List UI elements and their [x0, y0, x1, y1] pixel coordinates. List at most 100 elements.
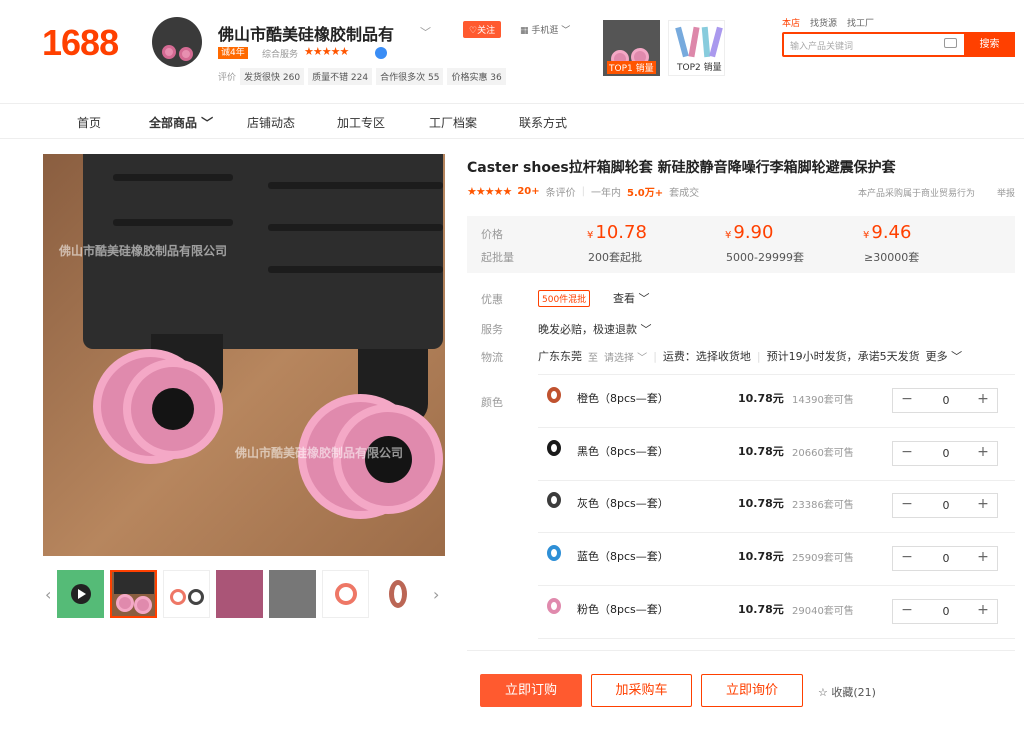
quantity-stepper: −0 +: [892, 599, 998, 624]
thumb-prev-arrow[interactable]: ‹: [45, 585, 51, 604]
thumbnail-3[interactable]: [216, 570, 263, 618]
tab-find-source[interactable]: 找货源: [810, 16, 837, 29]
mobile-browse-link[interactable]: ▦ 手机逛 ﹀: [520, 23, 570, 36]
nav-all-products[interactable]: 全部商品 ﹀: [149, 114, 213, 131]
variant-price: 10.78元: [738, 550, 784, 563]
search-button[interactable]: 搜索: [964, 32, 1015, 57]
decrement-button[interactable]: −: [897, 496, 917, 512]
thumbnail-video[interactable]: [57, 570, 104, 618]
promo-label: 优惠: [481, 293, 503, 306]
variant-stock: 29040套可售: [792, 606, 854, 617]
quantity-stepper: −0 +: [892, 546, 998, 571]
logistics-row: 广东东莞 至 请选择 ﹀ | 运费：选择收货地 | 预计19小时发货，承诺5天发…: [538, 348, 962, 364]
add-to-cart-button[interactable]: 加采购车: [591, 674, 692, 707]
variant-swatch[interactable]: [543, 543, 565, 565]
quantity-input[interactable]: 0: [925, 394, 967, 407]
score-label: 综合服务: [262, 50, 299, 60]
currency: ¥: [587, 230, 594, 241]
variant-swatch[interactable]: [543, 490, 565, 512]
chevron-down-icon[interactable]: ﹀: [420, 24, 431, 40]
increment-button[interactable]: +: [973, 444, 993, 460]
thumbnail-1[interactable]: [110, 570, 157, 618]
nav-factory-profile[interactable]: 工厂档案: [429, 114, 477, 131]
decrement-button[interactable]: −: [897, 549, 917, 565]
variant-row[interactable]: 灰色（8pcs—套） 10.78元 23386套可售 −0 +: [538, 480, 1015, 533]
color-label: 颜色: [481, 396, 503, 409]
shop-avatar[interactable]: [152, 17, 202, 67]
order-now-button[interactable]: 立即订购: [480, 674, 582, 707]
increment-button[interactable]: +: [973, 391, 993, 407]
currency: ¥: [863, 230, 870, 241]
trade-policy-note: 本产品采购属于商业贸易行为: [858, 189, 976, 199]
variant-swatch[interactable]: [543, 438, 565, 460]
service-label: 服务: [481, 323, 503, 336]
thumb-next-arrow[interactable]: ›: [433, 585, 439, 604]
variant-swatch[interactable]: [543, 385, 565, 407]
variant-stock: 14390套可售: [792, 395, 854, 406]
quantity-input[interactable]: 0: [925, 552, 967, 565]
more-link[interactable]: 更多 ﹀: [926, 348, 963, 364]
variant-swatch[interactable]: [543, 596, 565, 618]
metric-tag: 价格实惠 36: [447, 68, 506, 85]
product-title: Caster shoes拉杆箱脚轮套 新硅胶静音降噪行李箱脚轮避震保护套: [467, 160, 896, 176]
main-product-image[interactable]: 佛山市酷美硅橡胶制品有限公司 佛山市酷美硅橡胶制品有限公司: [43, 154, 445, 556]
variant-name: 灰色（8pcs—套）: [577, 497, 669, 510]
search-input[interactable]: 输入产品关键词: [790, 39, 853, 52]
section-divider: [467, 650, 1015, 651]
follow-button[interactable]: ♡关注: [463, 21, 502, 38]
increment-button[interactable]: +: [973, 549, 993, 565]
to-label: 至: [588, 352, 598, 364]
service-text[interactable]: 晚发必赔，极速退款 ﹀: [538, 321, 652, 337]
promo-view-link[interactable]: 查看 ﹀: [613, 290, 650, 306]
thumbnail-5[interactable]: [322, 570, 369, 618]
decrement-button[interactable]: −: [897, 391, 917, 407]
top-product-1[interactable]: TOP1 销量: [603, 20, 660, 76]
shop-name[interactable]: 佛山市酷美硅橡胶制品有: [218, 21, 394, 45]
top-product-2[interactable]: TOP2 销量: [668, 20, 725, 76]
nav-home[interactable]: 首页: [77, 114, 101, 131]
years-badge: 诚4年: [218, 47, 248, 59]
decrement-button[interactable]: −: [897, 602, 917, 618]
favorite-button[interactable]: ☆ 收藏(21): [818, 684, 876, 700]
thumbnail-6[interactable]: [375, 570, 422, 618]
variant-row[interactable]: 蓝色（8pcs—套） 10.78元 25909套可售 −0 +: [538, 533, 1015, 586]
moq-label: 起批量: [481, 251, 514, 264]
shop-metrics: 评价 发货很快 260 质量不错 224 合作很多次 55 价格实惠 36: [218, 68, 506, 85]
watermark: 佛山市酷美硅橡胶制品有限公司: [59, 244, 228, 258]
increment-button[interactable]: +: [973, 602, 993, 618]
thumbnail-2[interactable]: [163, 570, 210, 618]
report-link[interactable]: 举报: [997, 186, 1015, 199]
variant-row[interactable]: 橙色（8pcs—套） 10.78元 14390套可售 −0 +: [538, 375, 1015, 428]
nav-shop-news[interactable]: 店铺动态: [247, 114, 295, 131]
decrement-button[interactable]: −: [897, 444, 917, 460]
quantity-input[interactable]: 0: [925, 499, 967, 512]
site-logo[interactable]: 1688: [42, 22, 119, 64]
quantity-input[interactable]: 0: [925, 447, 967, 460]
destination-select[interactable]: 请选择 ﹀: [604, 349, 647, 364]
variant-name: 粉色（8pcs—套）: [577, 603, 669, 616]
variant-price: 10.78元: [738, 603, 784, 616]
watermark: 佛山市酷美硅橡胶制品有限公司: [235, 446, 404, 460]
increment-button[interactable]: +: [973, 496, 993, 512]
tab-this-shop[interactable]: 本店: [782, 16, 800, 29]
variant-name: 黑色（8pcs—套）: [577, 445, 669, 458]
tier-price-value: 10.78: [595, 222, 647, 243]
nav-contact[interactable]: 联系方式: [519, 114, 567, 131]
quantity-input[interactable]: 0: [925, 605, 967, 618]
eval-label: 评价: [218, 73, 237, 83]
review-label[interactable]: 条评价: [546, 184, 576, 199]
variant-row[interactable]: 粉色（8pcs—套） 10.78元 29040套可售 −0 +: [538, 586, 1015, 639]
variant-name: 橙色（8pcs—套）: [577, 392, 669, 405]
tier-qty: ≥30000套: [864, 251, 920, 264]
thumbnail-4[interactable]: [269, 570, 316, 618]
rating-row: ★★★★★ 20+ 条评价 | 一年内 5.0万+ 套成交: [467, 184, 699, 199]
metric-tag: 质量不错 224: [308, 68, 373, 85]
metric-tag: 发货很快 260: [240, 68, 305, 85]
review-count[interactable]: 20+: [517, 186, 539, 197]
camera-icon[interactable]: [944, 38, 957, 48]
tab-find-factory[interactable]: 找工厂: [847, 16, 874, 29]
nav-processing[interactable]: 加工专区: [337, 114, 385, 131]
inquiry-button[interactable]: 立即询价: [701, 674, 803, 707]
promo-tag[interactable]: 500件混批: [538, 290, 591, 307]
variant-row[interactable]: 黑色（8pcs—套） 10.78元 20660套可售 −0 +: [538, 428, 1015, 481]
